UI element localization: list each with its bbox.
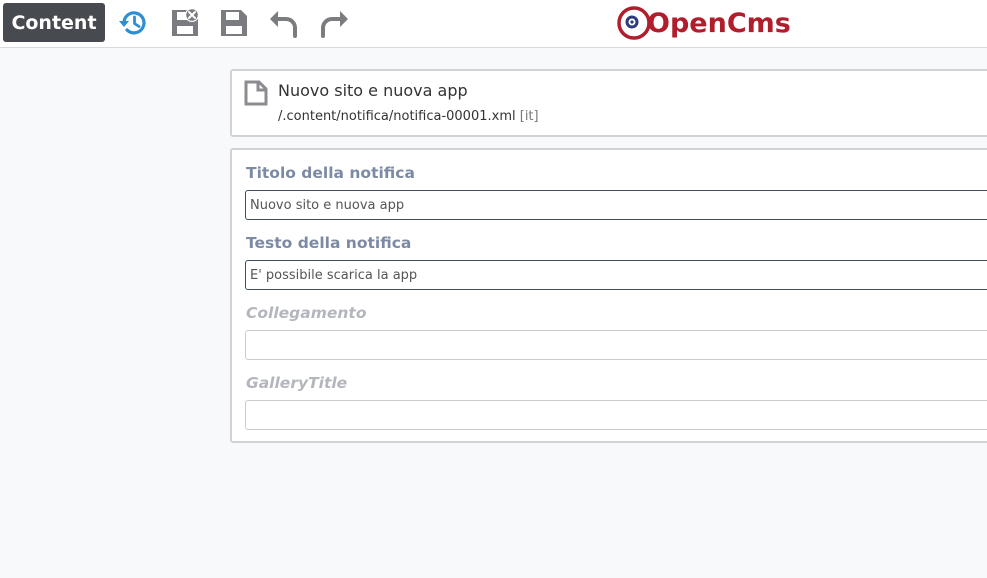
field-label-collegamento: Collegamento [246,304,367,322]
field-label-testo: Testo della notifica [246,234,412,252]
history-icon[interactable] [117,6,151,40]
collegamento-input[interactable] [245,330,987,360]
save-icon[interactable] [217,6,251,40]
resource-path: /.content/notifica/notifica-00001.xml [i… [278,109,539,124]
opencms-logo: OpenCms [616,1,791,45]
field-label-gallerytitle: GalleryTitle [246,374,348,392]
content-form: Titolo della notifica Nuovo sito e nuova… [230,148,987,443]
save-exit-icon[interactable] [168,6,202,40]
document-icon [244,80,268,110]
gallerytitle-input[interactable] [245,400,987,430]
resource-title: Nuovo sito e nuova app [278,81,468,100]
resource-info-panel: Nuovo sito e nuova app /.content/notific… [230,69,987,137]
redo-icon[interactable] [317,6,351,40]
testo-input[interactable]: E' possibile scarica la app [245,260,987,290]
resource-locale: [it] [519,109,539,124]
editor-toolbar: Content OpenCms [0,0,987,48]
field-label-titolo: Titolo della notifica [246,164,415,182]
undo-icon[interactable] [267,6,301,40]
content-button[interactable]: Content [3,3,105,42]
resource-path-text: /.content/notifica/notifica-00001.xml [278,109,516,124]
logo-text: OpenCms [647,8,791,39]
titolo-input[interactable]: Nuovo sito e nuova app [245,190,987,220]
